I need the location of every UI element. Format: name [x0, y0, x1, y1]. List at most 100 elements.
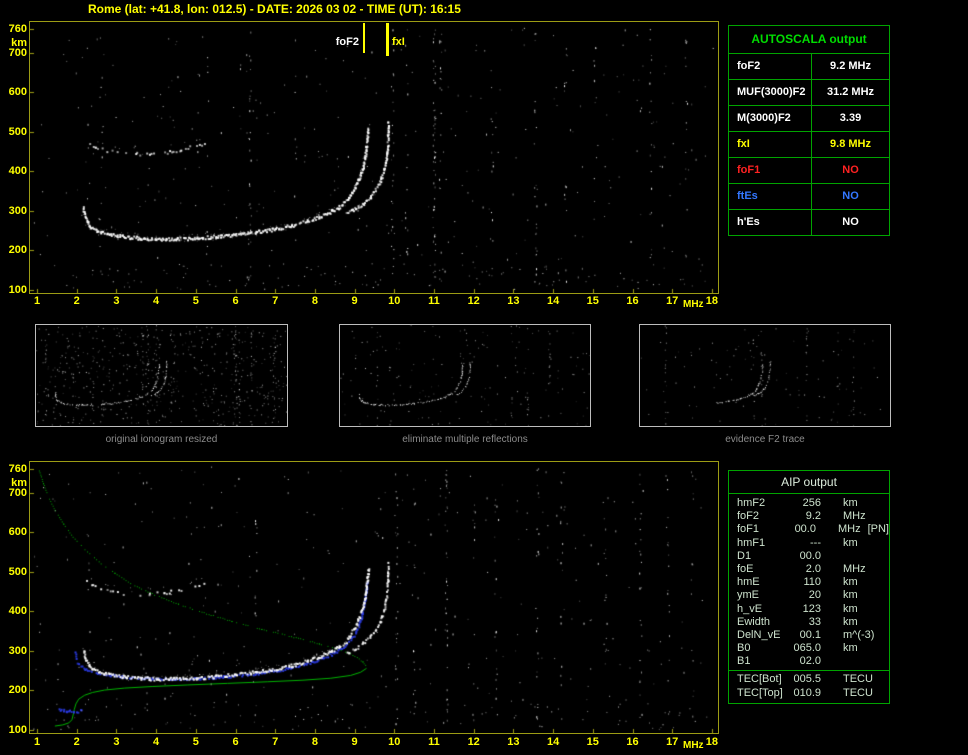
y-tick-label: 760: [8, 23, 27, 35]
thumbnail-caption-evidence: evidence F2 trace: [725, 434, 805, 445]
fof2-marker-label: foF2: [335, 36, 359, 48]
aip-table-body: hmF2 256 km foF2 9.2 MHz foF1 00.0 MHz [PN] hmF1 --…: [729, 494, 889, 700]
ionogram-plot-top: [29, 21, 719, 294]
x-tick-label: 5: [192, 736, 199, 748]
y-tick-label: 300: [8, 204, 27, 217]
aip-param-label: DelN_vE: [737, 628, 781, 641]
aip-param-value: 2.0: [805, 562, 821, 575]
ionogram-canvas-top: [30, 22, 718, 293]
aip-param-label: B1: [737, 655, 751, 668]
aip-row: foE 2.0 MHz: [729, 563, 889, 576]
x-tick-label: 6: [232, 295, 239, 307]
aip-param-unit: m^(-3): [843, 628, 875, 641]
x-tick-label: 15: [586, 295, 599, 307]
x-tick-label: 6: [232, 736, 239, 748]
x-tick-label: 9: [351, 736, 358, 748]
y-tick-label: 600: [8, 86, 27, 99]
x-tick-label: 3: [113, 295, 120, 307]
x-tick-label: 14: [546, 736, 560, 748]
aip-table-title: AIP output: [729, 471, 889, 494]
autoscala-row: ftEs NO: [729, 184, 889, 210]
aip-row: hmF1 --- km: [729, 537, 889, 550]
x-tick-label: 16: [626, 736, 639, 748]
aip-param-value: 20: [808, 589, 821, 602]
x-tick-label: 3: [113, 736, 120, 748]
aip-param-label: ymE: [737, 589, 759, 602]
thumbnail-caption-eliminate: eliminate multiple reflections: [402, 434, 528, 445]
aip-param-unit: MHz: [843, 510, 866, 523]
aip-param-label: foF1: [737, 523, 760, 536]
aip-row: hmE 110 km: [729, 576, 889, 589]
autoscala-param-value: NO: [842, 164, 859, 176]
autoscala-row: M(3000)F2 3.39: [729, 106, 889, 132]
aip-param-label: hmF2: [737, 497, 766, 509]
aip-param-extra: [PN]: [867, 523, 889, 536]
autoscala-param-value: 9.2 MHz: [830, 60, 871, 72]
aip-row: hmF2 256 km: [729, 497, 889, 510]
aip-row: Ewidth 33 km: [729, 616, 889, 629]
aip-param-value: 123: [802, 602, 821, 615]
y-axis-unit: km: [11, 477, 27, 489]
y-tick-label: 100: [8, 284, 27, 297]
aip-output-table: AIP output hmF2 256 km foF2 9.2 MHz foF1 00.0 MH…: [728, 470, 890, 704]
aip-divider-line: [729, 670, 889, 672]
aip-param-unit: km: [843, 642, 858, 655]
aip-row: B1 02.0: [729, 655, 889, 668]
aip-param-label: foF2: [737, 510, 760, 523]
y-tick-label: 760: [8, 463, 27, 475]
thumbnail-original-ionogram: [35, 324, 288, 427]
autoscala-param-label: h'Es: [729, 210, 812, 235]
aip-param-unit: MHz: [837, 523, 861, 536]
aip-param-label: B0: [737, 642, 751, 655]
aip-param-label: Ewidth: [737, 615, 771, 628]
aip-param-unit: km: [843, 615, 858, 628]
fxi-marker-label: fxI: [392, 36, 405, 48]
aip-param-value: 33: [808, 615, 821, 628]
autoscala-param-label: fxI: [729, 132, 812, 157]
aip-param-unit: km: [843, 576, 858, 589]
aip-param-label: hmF1: [737, 536, 766, 549]
fxi-marker-line: [386, 23, 389, 56]
aip-param-unit: MHz: [843, 562, 866, 575]
autoscala-param-label: MUF(3000)F2: [729, 80, 812, 105]
aip-param-unit: km: [843, 497, 858, 509]
aip-param-unit: km: [843, 602, 858, 615]
autoscala-param-label: foF2: [729, 54, 812, 79]
aip-param-unit: km: [843, 536, 858, 549]
x-tick-label: 1: [33, 736, 41, 748]
x-tick-label: 5: [192, 295, 199, 307]
aip-row: D1 00.0: [729, 550, 889, 563]
x-tick-label: 8: [311, 736, 318, 748]
x-tick-label: 7: [272, 295, 279, 307]
x-tick-label: 13: [507, 295, 520, 307]
x-tick-label: 12: [467, 736, 480, 748]
y-tick-label: 400: [8, 165, 27, 178]
autoscala-row: MUF(3000)F2 31.2 MHz: [729, 80, 889, 106]
x-tick-label: 13: [507, 736, 520, 748]
x-tick-label: 10: [388, 736, 401, 748]
aip-param-label: D1: [737, 549, 752, 562]
autoscala-param-value: 3.39: [839, 112, 862, 124]
y-tick-label: 200: [8, 244, 27, 257]
y-tick-label: 600: [8, 526, 27, 539]
x-tick-label: 12: [467, 295, 480, 307]
aip-param-label: TEC[Bot]: [737, 673, 782, 686]
autoscala-table-title: AUTOSCALA output: [729, 26, 889, 54]
aip-row: h_vE 123 km: [729, 603, 889, 616]
y-tick-label: 500: [8, 125, 27, 138]
x-tick-label: 8: [311, 295, 318, 307]
thumbnail-eliminate-reflections: [339, 324, 591, 427]
x-tick-label: 1: [33, 295, 41, 307]
station-date-title: Rome (lat: +41.8, lon: 012.5) - DATE: 20…: [88, 2, 461, 16]
autoscala-param-label: ftEs: [729, 184, 812, 209]
x-tick-label: 15: [586, 736, 599, 748]
aip-param-unit: TECU: [843, 686, 873, 699]
thumbnail-caption-original: original ionogram resized: [105, 434, 218, 445]
y-axis-unit: km: [11, 37, 27, 49]
aip-row: TEC[Bot] 005.5 TECU: [729, 673, 889, 686]
aip-param-value: 00.1: [799, 628, 821, 641]
aip-param-value: ---: [810, 536, 821, 549]
autoscala-param-value: NO: [842, 216, 859, 228]
x-tick-label: 17: [666, 295, 679, 307]
aip-row: DelN_vE 00.1 m^(-3): [729, 629, 889, 642]
